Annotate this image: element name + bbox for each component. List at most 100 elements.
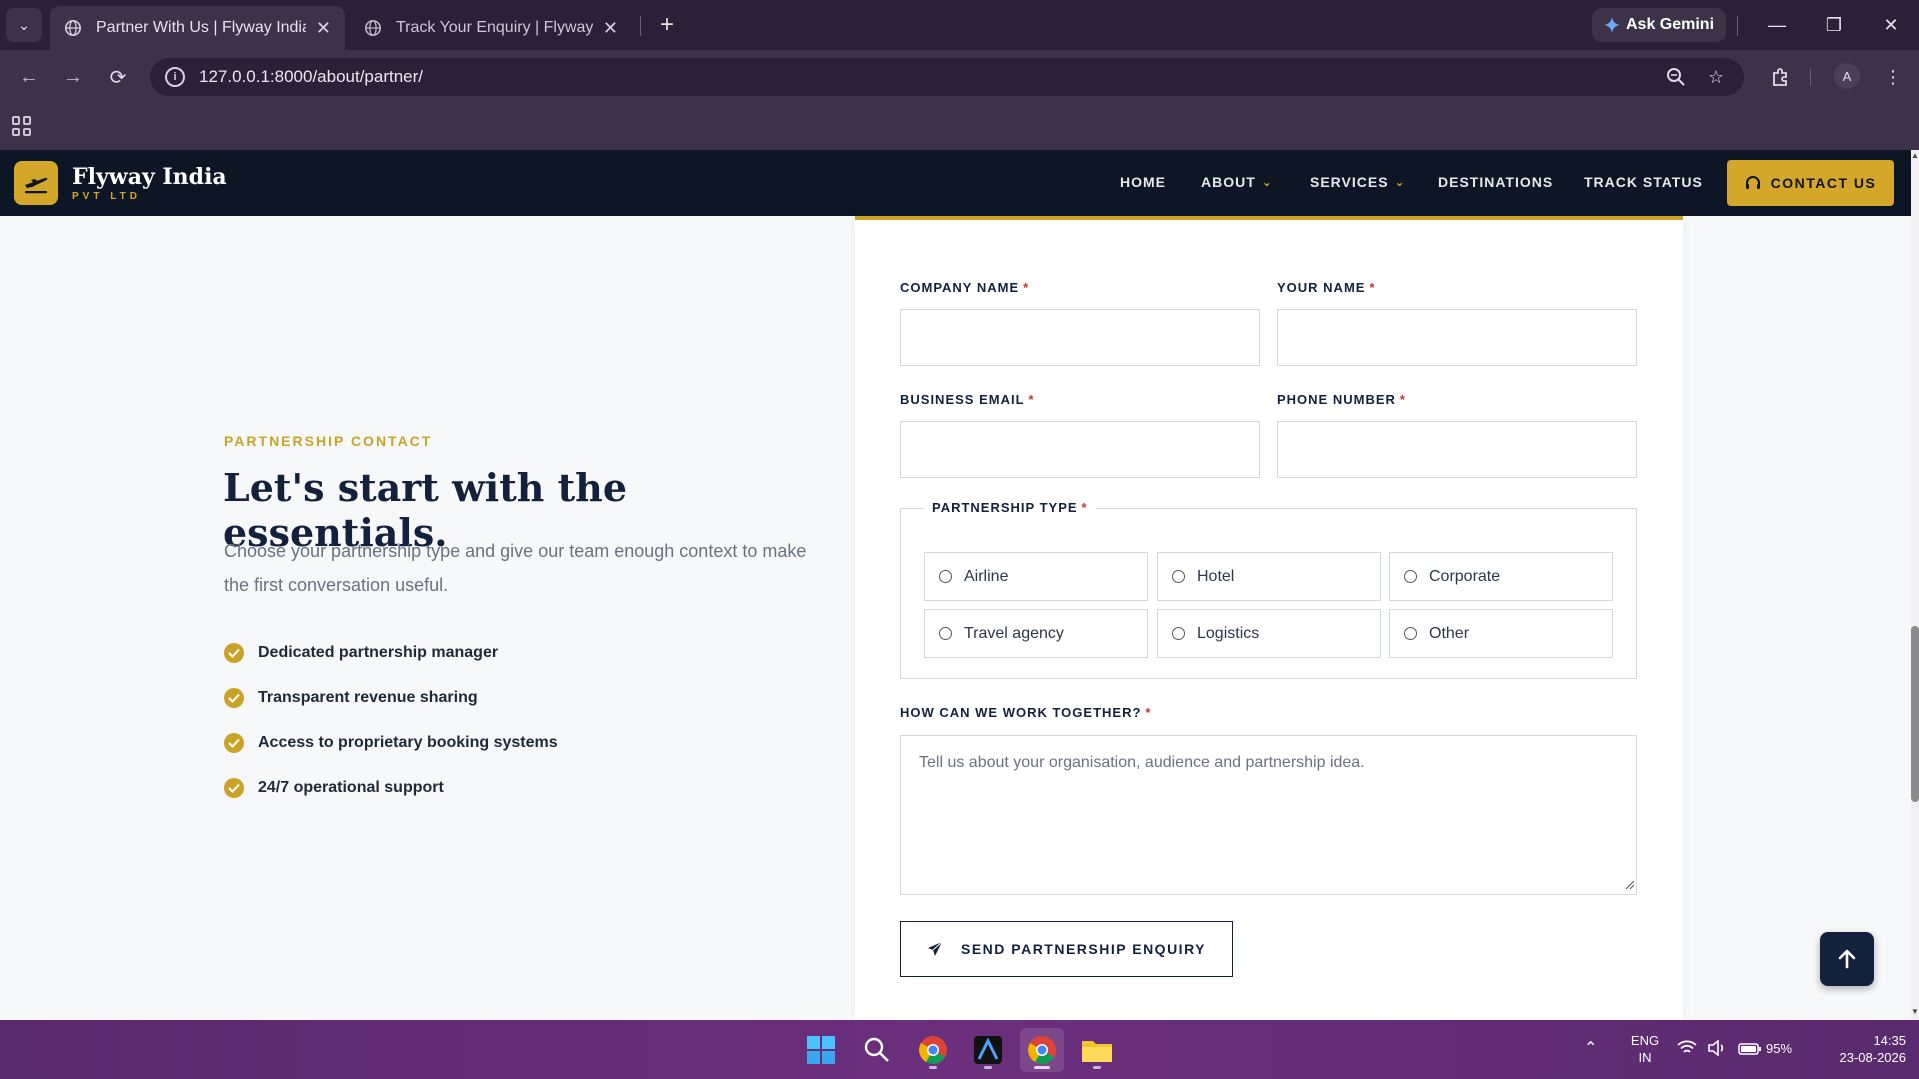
clock[interactable]: 14:35 23-08-2026 bbox=[1810, 1032, 1907, 1066]
arrow-up-icon bbox=[1838, 949, 1856, 969]
globe-icon bbox=[364, 19, 382, 37]
gemini-sparkle-icon bbox=[1603, 17, 1620, 33]
restore-window-icon[interactable]: ❐ bbox=[1814, 8, 1854, 42]
check-circle-icon bbox=[224, 688, 244, 708]
back-to-top-button[interactable] bbox=[1820, 932, 1874, 986]
radio-circle-icon[interactable] bbox=[939, 570, 952, 583]
business-email-label: BUSINESS EMAIL * bbox=[900, 392, 1035, 407]
minimize-icon[interactable]: — bbox=[1757, 8, 1797, 42]
file-explorer-icon[interactable] bbox=[1075, 1028, 1119, 1072]
company-name-input[interactable] bbox=[900, 309, 1260, 366]
radio-label: Other bbox=[1429, 624, 1470, 642]
headset-icon bbox=[1745, 176, 1760, 189]
separator bbox=[1810, 68, 1811, 86]
nav-about-label: ABOUT bbox=[1201, 174, 1256, 190]
chevron-down-icon: ⌄ bbox=[1261, 175, 1273, 189]
contact-us-button[interactable]: CONTACT US bbox=[1727, 160, 1894, 206]
radio-label: Airline bbox=[964, 567, 1009, 585]
search-icon[interactable] bbox=[855, 1028, 899, 1072]
radio-circle-icon[interactable] bbox=[939, 627, 952, 640]
page-scrollbar-track[interactable] bbox=[1911, 150, 1919, 1020]
volume-icon[interactable] bbox=[1707, 1039, 1727, 1060]
feature-text: 24/7 operational support bbox=[258, 779, 444, 796]
radio-label: Corporate bbox=[1429, 567, 1501, 585]
feature-text: Access to proprietary booking systems bbox=[258, 734, 558, 751]
back-arrow-icon[interactable]: ← bbox=[14, 62, 44, 92]
site-info-icon[interactable]: i bbox=[165, 67, 185, 87]
brand-name[interactable]: Flyway India bbox=[72, 164, 227, 190]
company-name-label: COMPANY NAME * bbox=[900, 280, 1030, 295]
radio-corporate[interactable]: Corporate bbox=[1389, 552, 1613, 601]
feature-text: Dedicated partnership manager bbox=[258, 644, 499, 661]
battery-icon bbox=[1738, 1042, 1761, 1055]
url-text[interactable]: 127.0.0.1:8000/about/partner/ bbox=[199, 67, 1744, 87]
nav-destinations[interactable]: DESTINATIONS bbox=[1438, 174, 1553, 190]
vector-app-icon[interactable] bbox=[966, 1028, 1010, 1072]
nav-services[interactable]: SERVICES ⌄ bbox=[1310, 174, 1406, 190]
browser-toolbar: ← → ⟳ i 127.0.0.1:8000/about/partner/ ☆ … bbox=[0, 50, 1919, 102]
feature-item: Access to proprietary booking systems bbox=[224, 733, 558, 753]
tab-partner-with-us[interactable]: Partner With Us | Flyway India ✕ bbox=[50, 6, 345, 50]
chevron-down-icon: ⌄ bbox=[1394, 175, 1406, 189]
feature-text: Transparent revenue sharing bbox=[258, 689, 478, 706]
bookmarks-bar bbox=[0, 102, 1919, 150]
bookmark-star-icon[interactable]: ☆ bbox=[1704, 65, 1728, 89]
radio-label: Hotel bbox=[1197, 567, 1235, 585]
feature-item: Dedicated partnership manager bbox=[224, 643, 498, 663]
radio-circle-icon[interactable] bbox=[1404, 570, 1417, 583]
chrome-app-icon[interactable] bbox=[911, 1028, 955, 1072]
radio-logistics[interactable]: Logistics bbox=[1157, 609, 1381, 658]
new-tab-plus-icon[interactable]: + bbox=[652, 10, 682, 40]
tab-search-chevron-icon[interactable]: ⌄ bbox=[6, 8, 42, 42]
section-lead: Choose your partnership type and give ou… bbox=[224, 541, 807, 595]
nav-home[interactable]: HOME bbox=[1120, 174, 1166, 190]
plane-logo-icon[interactable] bbox=[14, 161, 58, 205]
radio-circle-icon[interactable] bbox=[1172, 627, 1185, 640]
feature-item: Transparent revenue sharing bbox=[224, 688, 478, 708]
ask-gemini-button[interactable]: Ask Gemini bbox=[1592, 8, 1726, 42]
message-textarea[interactable]: Tell us about your organisation, audienc… bbox=[900, 735, 1637, 895]
close-tab-icon[interactable]: ✕ bbox=[603, 18, 618, 39]
reload-icon[interactable]: ⟳ bbox=[103, 62, 133, 92]
close-window-icon[interactable]: ✕ bbox=[1871, 8, 1911, 42]
radio-circle-icon[interactable] bbox=[1404, 627, 1417, 640]
check-circle-icon bbox=[224, 643, 244, 663]
more-menu-icon[interactable]: ⋮ bbox=[1878, 62, 1908, 92]
nav-track-status[interactable]: TRACK STATUS bbox=[1584, 174, 1703, 190]
nav-about[interactable]: ABOUT ⌄ bbox=[1201, 174, 1273, 190]
extensions-puzzle-icon[interactable] bbox=[1766, 62, 1796, 92]
your-name-input[interactable] bbox=[1277, 309, 1637, 366]
tab-track-enquiry[interactable]: Track Your Enquiry | Flyway India ✕ bbox=[350, 6, 632, 50]
radio-circle-icon[interactable] bbox=[1172, 570, 1185, 583]
running-indicator bbox=[1093, 1066, 1101, 1069]
wifi-icon[interactable] bbox=[1677, 1040, 1697, 1060]
chrome-active-app-icon[interactable] bbox=[1020, 1028, 1064, 1072]
running-indicator bbox=[929, 1066, 937, 1069]
windows-start-icon[interactable] bbox=[799, 1028, 843, 1072]
phone-number-input[interactable] bbox=[1277, 421, 1637, 478]
input-language[interactable]: ENG IN bbox=[1627, 1032, 1663, 1066]
phone-number-label: PHONE NUMBER * bbox=[1277, 392, 1406, 407]
send-partnership-enquiry-button[interactable]: SEND PARTNERSHIP ENQUIRY bbox=[900, 921, 1233, 977]
business-email-input[interactable] bbox=[900, 421, 1260, 478]
apps-grid-icon[interactable] bbox=[12, 116, 32, 136]
scroll-down-arrow-icon[interactable]: ▼ bbox=[1911, 1008, 1919, 1016]
radio-airline[interactable]: Airline bbox=[924, 552, 1148, 601]
radio-other[interactable]: Other bbox=[1389, 609, 1613, 658]
zoom-icon[interactable] bbox=[1664, 65, 1688, 89]
scroll-up-arrow-icon[interactable]: ▲ bbox=[1911, 152, 1919, 160]
resize-handle-icon[interactable] bbox=[1625, 880, 1635, 890]
radio-travel-agency[interactable]: Travel agency bbox=[924, 609, 1148, 658]
radio-hotel[interactable]: Hotel bbox=[1157, 552, 1381, 601]
forward-arrow-icon[interactable]: → bbox=[58, 62, 88, 92]
message-label: HOW CAN WE WORK TOGETHER? * bbox=[900, 705, 1152, 720]
tray-chevron-up-icon[interactable]: ⌃ bbox=[1584, 1040, 1597, 1057]
separator bbox=[1737, 16, 1738, 36]
battery-indicator[interactable]: 95% bbox=[1738, 1040, 1792, 1057]
site-header: Flyway India PVT LTD HOME ABOUT ⌄ SERVIC… bbox=[0, 150, 1911, 216]
battery-percent: 95% bbox=[1766, 1041, 1793, 1056]
address-bar[interactable]: i 127.0.0.1:8000/about/partner/ ☆ bbox=[150, 58, 1744, 96]
page-scrollbar-thumb[interactable] bbox=[1911, 626, 1919, 802]
profile-avatar[interactable]: A bbox=[1834, 63, 1860, 89]
close-tab-icon[interactable]: ✕ bbox=[316, 18, 331, 39]
